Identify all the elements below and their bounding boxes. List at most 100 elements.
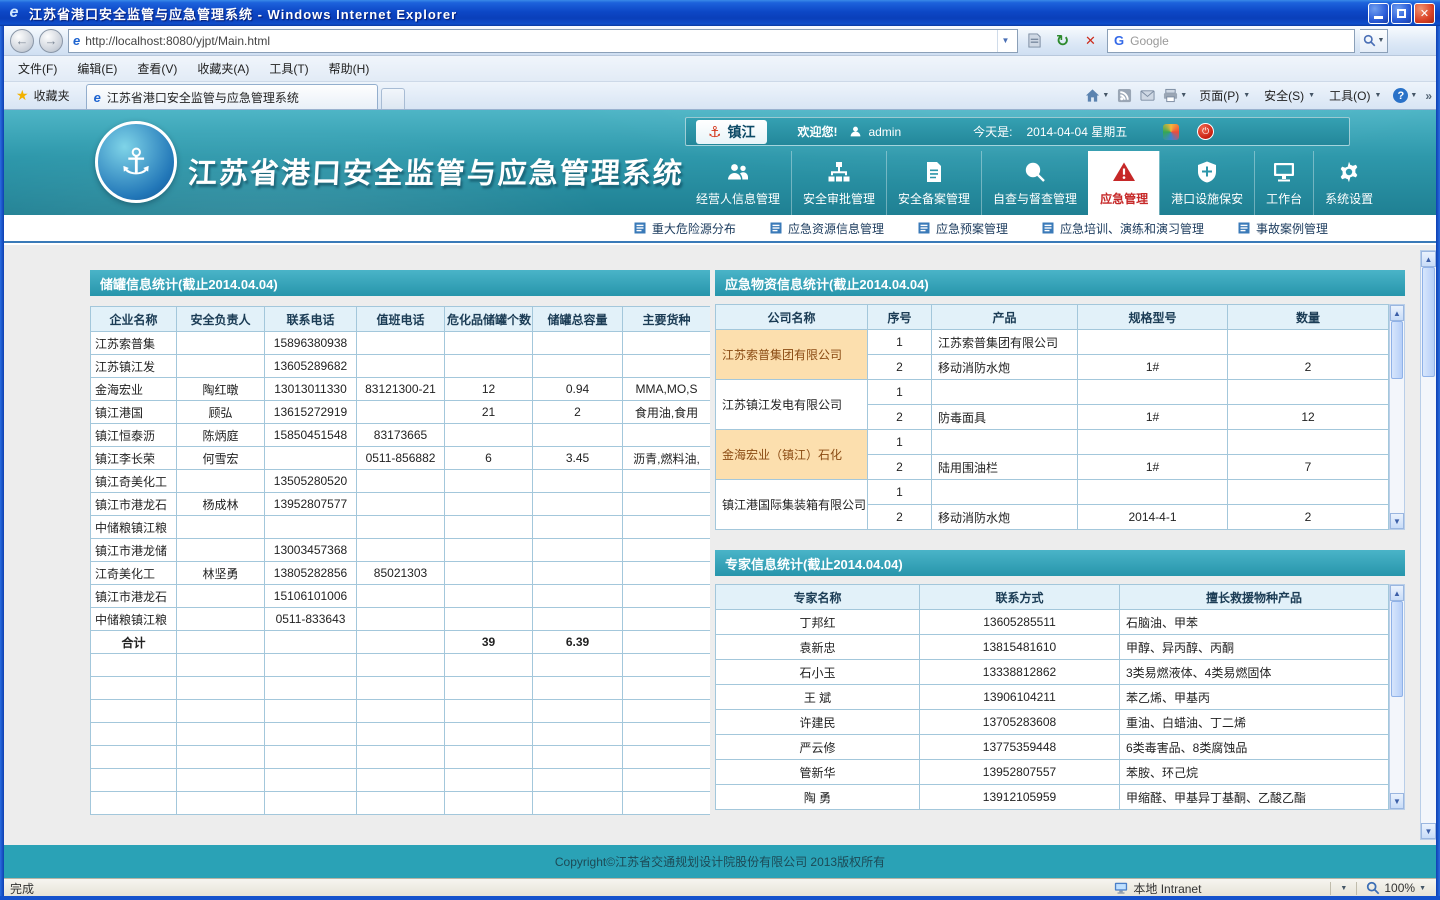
search-button[interactable]: ▼	[1360, 29, 1388, 53]
scroll-track[interactable]	[1390, 321, 1404, 513]
search-input[interactable]: G Google	[1107, 29, 1355, 53]
table-row[interactable]: 江苏索普集团有限公司1江苏索普集团有限公司	[716, 330, 1389, 355]
column-header: 危化品储罐个数	[445, 307, 533, 332]
table-row[interactable]: 江奇美化工林坚勇1380528285685021303	[91, 562, 711, 585]
table-row[interactable]: 镇江港国顾弘13615272919212食用油,食用	[91, 401, 711, 424]
menu-item[interactable]: 编辑(E)	[67, 57, 127, 80]
table-row[interactable]: 丁邦红13605285511石脑油、甲苯	[716, 610, 1389, 635]
nav-item-settings[interactable]: 系统设置	[1313, 151, 1384, 215]
table-cell	[623, 539, 711, 562]
scroll-down-button[interactable]: ▼	[1421, 823, 1436, 839]
table-cell: 苯乙烯、甲基丙	[1120, 685, 1389, 710]
table-row[interactable]: 镇江恒泰沥陈炳庭1585045154883173665	[91, 424, 711, 447]
maximize-button[interactable]	[1391, 3, 1412, 24]
scroll-down-button[interactable]: ▼	[1390, 793, 1404, 809]
close-button[interactable]: ✕	[1414, 3, 1435, 24]
table-cell	[623, 654, 711, 677]
scroll-track[interactable]	[1421, 267, 1436, 823]
table-row[interactable]: 陶 勇13912105959甲缩醛、甲基异丁基酮、乙酸乙酯	[716, 785, 1389, 810]
table-row[interactable]: 严云修137753594486类毒害品、8类腐蚀品	[716, 735, 1389, 760]
nav-item-emergency[interactable]: 应急管理	[1088, 151, 1159, 215]
table-row[interactable]: 金海宏业陶红暾1301301133083121300-21120.94MMA,M…	[91, 378, 711, 401]
feeds-button[interactable]	[1117, 88, 1132, 103]
print-button[interactable]: ▼	[1163, 88, 1187, 103]
table-row[interactable]: 镇江奇美化工13505280520	[91, 470, 711, 493]
table-row[interactable]: 许建民13705283608重油、白蜡油、丁二烯	[716, 710, 1389, 735]
app-footer: Copyright©江苏省交通规划设计院股份有限公司 2013版权所有	[0, 845, 1440, 878]
command-button[interactable]: 安全(S)▼	[1260, 85, 1319, 106]
column-header: 产品	[932, 305, 1078, 330]
url-input[interactable]: e http://localhost:8080/yjpt/Main.html ▼	[68, 29, 1018, 53]
menu-item[interactable]: 帮助(H)	[319, 57, 380, 80]
table-row[interactable]: 镇江李长荣何雪宏0511-85688263.45沥青,燃料油,	[91, 447, 711, 470]
nav-item-port-security[interactable]: 港口设施保安	[1159, 151, 1254, 215]
table-row[interactable]: 镇江市港龙石杨成林13952807577	[91, 493, 711, 516]
back-button[interactable]: ←	[10, 29, 34, 53]
nav-item-safety-approval[interactable]: 安全审批管理	[791, 151, 886, 215]
table-row[interactable]: 江苏索普集15896380938	[91, 332, 711, 355]
nav-item-safety-record[interactable]: 安全备案管理	[886, 151, 981, 215]
home-button[interactable]: ▼	[1085, 88, 1109, 103]
table-row[interactable]: 合计396.39	[91, 631, 711, 654]
subnav-item[interactable]: 应急预案管理	[918, 220, 1008, 237]
quick-launch-icon[interactable]	[1163, 124, 1179, 140]
scroll-up-button[interactable]: ▲	[1390, 585, 1404, 601]
subnav-item[interactable]: 事故案例管理	[1238, 220, 1328, 237]
list-icon	[1042, 222, 1054, 234]
star-icon: ★	[16, 87, 29, 104]
nav-item-workbench[interactable]: 工作台	[1254, 151, 1313, 215]
zoom-control[interactable]: 100% ▼	[1366, 881, 1426, 895]
menu-item[interactable]: 查看(V)	[127, 57, 187, 80]
scroll-thumb[interactable]	[1391, 321, 1403, 379]
url-dropdown-button[interactable]: ▼	[997, 30, 1013, 52]
command-button[interactable]: 工具(O)▼	[1325, 85, 1385, 106]
new-tab-button[interactable]	[381, 88, 405, 109]
help-button[interactable]: ? ▼	[1393, 88, 1417, 103]
print-dropdown-icon: ▼	[1180, 92, 1187, 99]
scroll-up-button[interactable]: ▲	[1390, 305, 1404, 321]
table-row[interactable]: 江苏镇江发电有限公司1	[716, 380, 1389, 405]
overflow-chevron-icon[interactable]: »	[1425, 89, 1432, 103]
menu-item[interactable]: 文件(F)	[8, 57, 67, 80]
table-row[interactable]: 镇江港国际集装箱有限公司1	[716, 480, 1389, 505]
nav-item-operators[interactable]: 经营人信息管理	[685, 151, 791, 215]
logout-button[interactable]: ⏻	[1197, 123, 1214, 140]
table-row[interactable]: 镇江市港龙石15106101006	[91, 585, 711, 608]
table-row[interactable]: 石小玉133388128623类易燃液体、4类易燃固体	[716, 660, 1389, 685]
subnav-item[interactable]: 应急资源信息管理	[770, 220, 884, 237]
command-button[interactable]: 页面(P)▼	[1195, 85, 1254, 106]
scroll-thumb[interactable]	[1422, 267, 1435, 377]
mail-button[interactable]	[1140, 88, 1155, 103]
subnav-item[interactable]: 重大危险源分布	[634, 220, 736, 237]
favorites-button[interactable]: ★ 收藏夹	[8, 85, 78, 106]
protected-mode-dropdown-icon[interactable]: ▼	[1340, 885, 1347, 892]
down-arrow-icon: ▼	[1425, 827, 1433, 836]
menu-item[interactable]: 工具(T)	[259, 57, 318, 80]
minimize-button[interactable]	[1368, 3, 1389, 24]
scroll-track[interactable]	[1390, 601, 1404, 793]
table-row[interactable]: 江苏镇江发13605289682	[91, 355, 711, 378]
browser-tab[interactable]: e 江苏省港口安全监管与应急管理系统	[86, 84, 378, 109]
table-row[interactable]: 镇江市港龙储13003457368	[91, 539, 711, 562]
subnav-item-label: 重大危险源分布	[652, 220, 736, 237]
table-cell	[91, 677, 177, 700]
table-row[interactable]: 中储粮镇江粮	[91, 516, 711, 539]
subnav-item[interactable]: 应急培训、演练和演习管理	[1042, 220, 1204, 237]
scroll-thumb[interactable]	[1391, 601, 1403, 697]
nav-item-inspection[interactable]: 自查与督查管理	[981, 151, 1088, 215]
scroll-down-button[interactable]: ▼	[1390, 513, 1404, 529]
table-row[interactable]: 王 斌13906104211苯乙烯、甲基丙	[716, 685, 1389, 710]
table-row[interactable]: 中储粮镇江粮0511-833643	[91, 608, 711, 631]
refresh-button[interactable]: ↻	[1051, 29, 1074, 52]
table-cell	[445, 654, 533, 677]
scroll-up-button[interactable]: ▲	[1421, 251, 1436, 267]
stop-button[interactable]: ✕	[1079, 29, 1102, 52]
forward-button[interactable]: →	[39, 29, 63, 53]
table-cell	[445, 585, 533, 608]
menu-item[interactable]: 收藏夹(A)	[187, 57, 259, 80]
table-row[interactable]: 袁新忠13815481610甲醇、异丙醇、丙酮	[716, 635, 1389, 660]
compatibility-view-button[interactable]	[1023, 29, 1046, 52]
table-row[interactable]: 金海宏业（镇江）石化1	[716, 430, 1389, 455]
table-row[interactable]: 管新华13952807557苯胺、环己烷	[716, 760, 1389, 785]
table-header-row: 公司名称序号产品规格型号数量	[716, 305, 1389, 330]
